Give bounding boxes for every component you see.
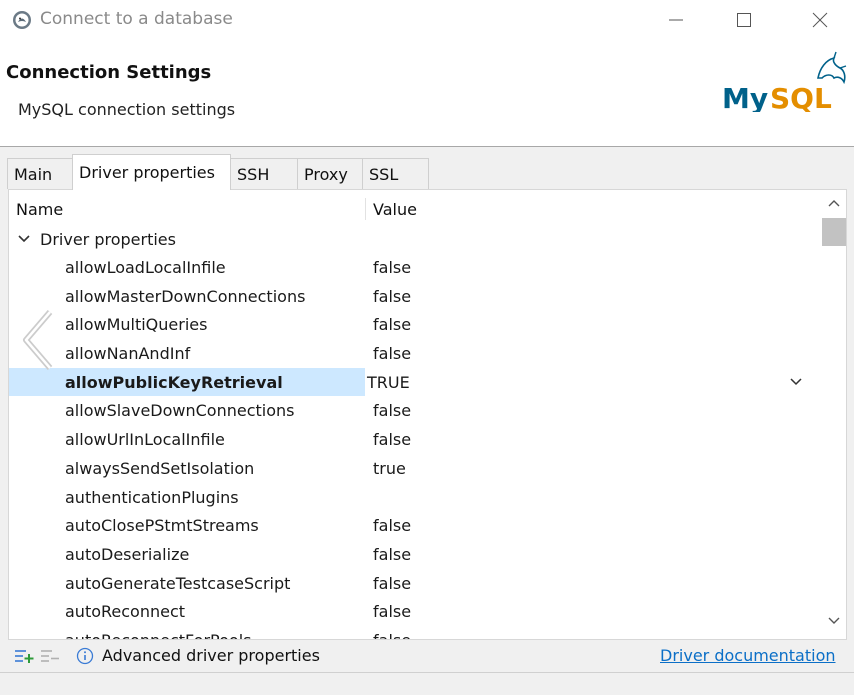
- dbeaver-app-icon: [13, 11, 31, 29]
- property-name: autoReconnect: [65, 602, 186, 622]
- table-row[interactable]: autoGenerateTestcaseScript false: [9, 569, 821, 598]
- tab-main[interactable]: Main: [7, 158, 73, 189]
- table-row[interactable]: allowSlaveDownConnections false: [9, 396, 821, 425]
- property-name: autoClosePStmtStreams: [65, 516, 259, 536]
- table-row[interactable]: autoReconnectForPools false: [9, 626, 821, 639]
- property-name: allowMasterDownConnections: [65, 286, 306, 306]
- table-row[interactable]: allowLoadLocalInfile false: [9, 253, 821, 282]
- maximize-button[interactable]: [722, 4, 766, 36]
- footer-divider: [0, 672, 854, 673]
- group-label: Driver properties: [40, 230, 176, 249]
- table-row[interactable]: alwaysSendSetIsolation true: [9, 454, 821, 483]
- property-value[interactable]: false: [373, 344, 411, 363]
- driver-properties-table[interactable]: Name Value Driver properties allowLoadLo…: [8, 189, 847, 640]
- property-name: allowPublicKeyRetrieval: [65, 372, 283, 392]
- minimize-icon: [669, 19, 683, 21]
- chevron-down-icon[interactable]: [17, 232, 31, 246]
- tab-proxy[interactable]: Proxy: [297, 158, 363, 189]
- minimize-button[interactable]: [654, 4, 698, 36]
- column-divider[interactable]: [365, 198, 366, 220]
- property-value[interactable]: false: [373, 602, 411, 621]
- driver-documentation-link[interactable]: Driver documentation: [660, 646, 836, 665]
- property-value[interactable]: false: [373, 545, 411, 564]
- chevron-left-icon[interactable]: [20, 308, 60, 372]
- property-name: authenticationPlugins: [65, 487, 239, 507]
- scrollbar-thumb[interactable]: [822, 218, 846, 246]
- table-row[interactable]: autoReconnect false: [9, 597, 821, 626]
- property-rows: allowLoadLocalInfile false allowMasterDow…: [9, 253, 821, 639]
- vertical-scrollbar[interactable]: [821, 190, 846, 639]
- advanced-properties-label: Advanced driver properties: [102, 646, 320, 665]
- page-title: Connection Settings: [6, 62, 212, 83]
- mysql-logo: My SQL: [722, 51, 847, 112]
- remove-property-icon[interactable]: [40, 648, 60, 664]
- property-value[interactable]: false: [373, 315, 411, 334]
- table-row[interactable]: allowMasterDownConnections false: [9, 282, 821, 311]
- dialog-header: Connection Settings MySQL connection set…: [0, 40, 854, 147]
- add-property-icon[interactable]: [14, 648, 34, 664]
- column-header-name[interactable]: Name: [16, 200, 63, 219]
- tab-driver-properties[interactable]: Driver properties: [72, 154, 231, 190]
- dialog-footer: Advanced driver properties Driver docume…: [0, 640, 854, 672]
- svg-text:SQL: SQL: [770, 82, 832, 112]
- table-row[interactable]: allowMultiQueries false: [9, 310, 821, 339]
- property-name: allowUrlInLocalInfile: [65, 430, 225, 450]
- property-name: autoGenerateTestcaseScript: [65, 573, 291, 593]
- scroll-up-icon[interactable]: [827, 196, 841, 210]
- property-value[interactable]: false: [373, 258, 411, 277]
- property-name: alwaysSendSetIsolation: [65, 458, 255, 478]
- property-value[interactable]: false: [373, 430, 411, 449]
- group-row-driver-properties[interactable]: Driver properties: [9, 225, 821, 253]
- close-button[interactable]: [798, 4, 842, 36]
- tab-ssl[interactable]: SSL: [362, 158, 429, 189]
- table-row[interactable]: allowNanAndInf false: [9, 339, 821, 368]
- table-row[interactable]: autoClosePStmtStreams false: [9, 511, 821, 540]
- info-icon: [76, 647, 94, 665]
- property-name: autoDeserialize: [65, 544, 190, 564]
- title-bar: Connect to a database: [0, 0, 854, 40]
- maximize-icon: [737, 13, 751, 27]
- property-value[interactable]: true: [373, 459, 406, 478]
- property-value[interactable]: false: [373, 516, 411, 535]
- scroll-down-icon[interactable]: [827, 614, 841, 628]
- property-value[interactable]: false: [373, 574, 411, 593]
- page-description: MySQL connection settings: [18, 100, 236, 119]
- mysql-logo-text: My: [722, 82, 768, 112]
- tab-ssh[interactable]: SSH: [230, 158, 298, 189]
- table-row[interactable]: authenticationPlugins: [9, 483, 821, 512]
- table-row[interactable]: autoDeserialize false: [9, 540, 821, 569]
- property-value[interactable]: false: [373, 401, 411, 420]
- chevron-down-icon[interactable]: [789, 375, 803, 389]
- property-value[interactable]: false: [373, 287, 411, 306]
- table-row[interactable]: allowUrlInLocalInfile false: [9, 425, 821, 454]
- column-header-value[interactable]: Value: [373, 200, 417, 219]
- property-name: allowLoadLocalInfile: [65, 258, 226, 277]
- property-name: autoReconnectForPools: [65, 631, 251, 639]
- window-title: Connect to a database: [40, 9, 233, 29]
- property-value[interactable]: false: [373, 631, 411, 639]
- property-name: allowMultiQueries: [65, 315, 208, 335]
- property-value-editor[interactable]: TRUE: [367, 373, 410, 392]
- property-name: allowNanAndInf: [65, 344, 191, 364]
- property-name: allowSlaveDownConnections: [65, 401, 295, 421]
- close-icon: [812, 12, 828, 28]
- table-row-selected[interactable]: allowPublicKeyRetrieval TRUE: [9, 367, 821, 397]
